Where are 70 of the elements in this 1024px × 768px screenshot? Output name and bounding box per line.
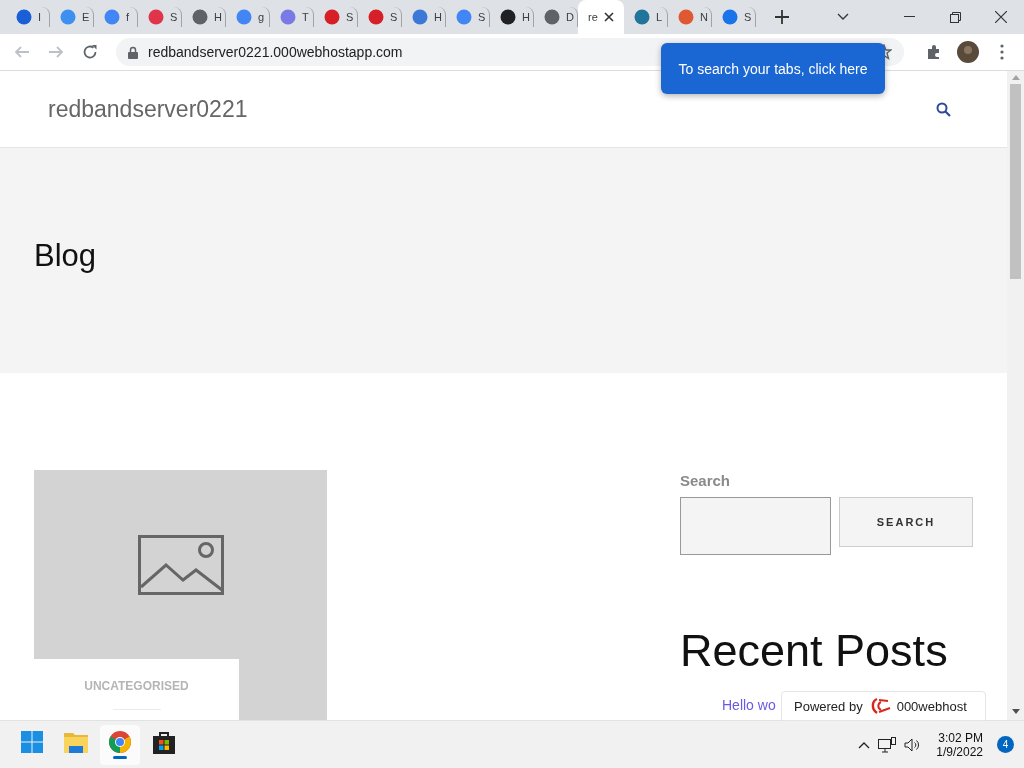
- browser-tab[interactable]: I: [6, 7, 50, 27]
- scroll-thumb[interactable]: [1010, 84, 1021, 279]
- puzzle-icon: [926, 44, 942, 60]
- network-icon[interactable]: [878, 736, 897, 753]
- clock[interactable]: 3:02 PM 1/9/2022: [936, 730, 983, 759]
- browser-tab[interactable]: D: [534, 7, 578, 27]
- browser-tab[interactable]: H: [402, 7, 446, 27]
- notification-badge[interactable]: 4: [997, 736, 1014, 753]
- avatar-button[interactable]: [954, 38, 982, 66]
- search-button[interactable]: SEARCH: [839, 497, 973, 547]
- reload-icon: [82, 44, 98, 60]
- browser-tab[interactable]: f: [94, 7, 138, 27]
- browser-tab[interactable]: E: [50, 7, 94, 27]
- favicon-icon: [722, 9, 738, 25]
- favicon-icon: [16, 9, 32, 25]
- favicon-icon: [192, 9, 208, 25]
- favicon-icon: [634, 9, 650, 25]
- back-arrow-icon: [14, 44, 30, 60]
- favicon-icon: [500, 9, 516, 25]
- folder-icon: [64, 730, 88, 753]
- browser-tab[interactable]: S: [314, 7, 358, 27]
- chrome-icon: [109, 730, 131, 753]
- speaker-icon[interactable]: [904, 737, 921, 752]
- search-icon[interactable]: [936, 101, 951, 117]
- close-icon[interactable]: [603, 12, 614, 22]
- favicon-icon: [456, 9, 472, 25]
- favicon-icon: [148, 9, 164, 25]
- restore-icon: [949, 11, 961, 23]
- browser-tab[interactable]: S: [138, 7, 182, 27]
- search-label: Search: [680, 472, 732, 489]
- windows-logo-icon: [21, 730, 43, 753]
- hosting-badge[interactable]: Powered by 000webhost: [781, 691, 986, 721]
- site-title[interactable]: redbandserver0221: [48, 95, 248, 123]
- favicon-icon: [678, 9, 694, 25]
- browser-tab[interactable]: g: [226, 7, 270, 27]
- search-field[interactable]: [680, 497, 831, 555]
- favicon-icon: [236, 9, 252, 25]
- page-title: Blog: [34, 237, 97, 274]
- browser-tab[interactable]: T: [270, 7, 314, 27]
- post-link[interactable]: Hello wo: [722, 697, 776, 713]
- favicon-icon: [412, 9, 428, 25]
- lock-icon: [128, 45, 138, 59]
- tab-search-tooltip: To search your tabs, click here: [661, 43, 885, 94]
- browser-tab[interactable]: L: [624, 7, 668, 27]
- plus-icon: [775, 10, 789, 24]
- more-dots-icon: [1000, 44, 1004, 60]
- browser-tab[interactable]: S: [358, 7, 402, 27]
- image-placeholder-icon: [137, 534, 224, 595]
- scrollbar[interactable]: [1007, 71, 1024, 720]
- avatar-icon: [957, 41, 979, 63]
- browser-tab[interactable]: H: [182, 7, 226, 27]
- close-icon: [995, 11, 1007, 23]
- chevron-up-icon[interactable]: [858, 740, 871, 749]
- favicon-icon: [104, 9, 120, 25]
- browser-tab[interactable]: N: [668, 7, 712, 27]
- browser-tab[interactable]: re: [578, 0, 624, 34]
- browser-tab[interactable]: S: [712, 7, 756, 27]
- forward-arrow-icon: [48, 44, 64, 60]
- favicon-icon: [324, 9, 340, 25]
- scroll-down-icon[interactable]: [1011, 709, 1020, 714]
- favicon-icon: [544, 9, 560, 25]
- browser-tab[interactable]: H: [490, 7, 534, 27]
- favicon-icon: [368, 9, 384, 25]
- minimize-icon: [903, 16, 915, 18]
- browser-tab[interactable]: S: [446, 7, 490, 27]
- favicon-icon: [60, 9, 76, 25]
- store-bag-icon: [153, 729, 175, 754]
- chevron-down-icon: [837, 13, 849, 21]
- favicon-icon: [280, 9, 296, 25]
- widget-title: Recent Posts: [680, 625, 949, 677]
